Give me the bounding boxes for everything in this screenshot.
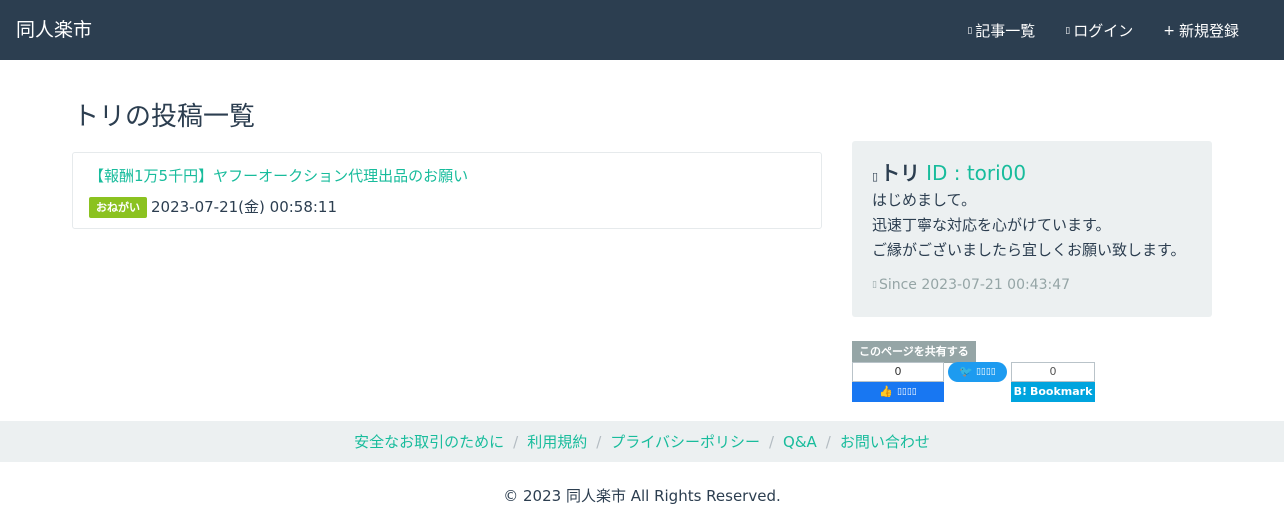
footer-link-faq[interactable]: Q&A	[783, 433, 817, 451]
member-since-text: Since 2023-07-21 00:43:47	[878, 277, 1071, 293]
post-date: 2023-07-21(金) 00:58:11	[151, 198, 338, 216]
hatena-bookmark-label: Bookmark	[1029, 385, 1093, 398]
nav-item-label: ログイン	[1073, 22, 1134, 40]
login-icon: ▯	[1065, 26, 1071, 36]
nav-item-register[interactable]: + 新規登録	[1163, 19, 1239, 43]
footer-link-safe-trade[interactable]: 安全なお取引のために	[354, 431, 504, 452]
post-list-item: 【報酬1万5千円】ヤフーオークション代理出品のお願い おねがい 2023-07-…	[72, 152, 822, 229]
footer-link-terms[interactable]: 利用規約	[527, 431, 587, 452]
profile-header: ▯ トリ ID : tori00	[872, 160, 1026, 190]
profile-id: ID : tori00	[926, 161, 1027, 185]
hatena-b-icon: B!	[1013, 385, 1027, 398]
profile-bio-line: はじめまして。	[872, 191, 977, 209]
article-list-icon: ▯	[967, 26, 973, 36]
category-badge: おねがい	[89, 197, 147, 218]
nav-item-login[interactable]: ▯ ログイン	[1065, 19, 1133, 43]
profile-bio-line: 迅速丁寧な対応を心がけています。	[872, 216, 1111, 234]
share-label: このページを共有する	[852, 341, 976, 363]
facebook-like-label: ▯▯▯▯	[896, 387, 917, 397]
user-icon: ▯	[872, 170, 879, 183]
hatena-bookmark-widget: 0 B! Bookmark	[1011, 362, 1095, 402]
footer-link-contact[interactable]: お問い合わせ	[840, 431, 930, 452]
footer-separator: /	[596, 432, 602, 451]
twitter-share-label: ▯▯▯▯	[975, 367, 996, 377]
footer-link-privacy[interactable]: プライバシーポリシー	[610, 431, 760, 452]
navbar: 同人楽市 ▯ 記事一覧 ▯ ログイン + 新規登録	[0, 0, 1284, 60]
twitter-share-button[interactable]: 🐦 ▯▯▯▯	[948, 362, 1007, 382]
site-brand[interactable]: 同人楽市	[16, 17, 92, 43]
profile-panel: ▯ トリ ID : tori00 はじめまして。 迅速丁寧な対応を心がけています…	[852, 141, 1212, 317]
nav-item-label: 新規登録	[1178, 22, 1239, 40]
footer-links: 安全なお取引のために / 利用規約 / プライバシーポリシー / Q&A / お…	[0, 421, 1284, 462]
clock-icon: ▯	[872, 280, 877, 290]
copyright: © 2023 同人楽市 All Rights Reserved.	[503, 487, 781, 505]
page-title: トリの投稿一覧	[73, 102, 256, 132]
footer-separator: /	[768, 432, 775, 451]
thumbs-up-icon: 👍	[879, 385, 893, 398]
hatena-bookmark-count: 0	[1011, 362, 1095, 382]
nav-item-articles[interactable]: ▯ 記事一覧	[967, 19, 1035, 43]
nav-item-label: 記事一覧	[975, 22, 1036, 40]
footer-separator: /	[513, 432, 519, 451]
post-title-link[interactable]: 【報酬1万5千円】ヤフーオークション代理出品のお願い	[89, 165, 468, 187]
plus-icon: +	[1163, 23, 1175, 39]
profile-name: トリ	[880, 161, 921, 185]
facebook-like-widget: 0 👍 ▯▯▯▯	[852, 362, 944, 402]
facebook-like-count: 0	[852, 362, 944, 382]
twitter-bird-icon: 🐦	[959, 365, 973, 378]
hatena-bookmark-button[interactable]: B! Bookmark	[1011, 382, 1095, 402]
footer-separator: /	[825, 432, 831, 451]
nav-menu: ▯ 記事一覧 ▯ ログイン + 新規登録	[937, 19, 1239, 43]
facebook-like-button[interactable]: 👍 ▯▯▯▯	[852, 382, 944, 402]
member-since: ▯ Since 2023-07-21 00:43:47	[872, 274, 1070, 296]
profile-bio-line: ご縁がございましたら宜しくお願い致します。	[872, 241, 1186, 259]
